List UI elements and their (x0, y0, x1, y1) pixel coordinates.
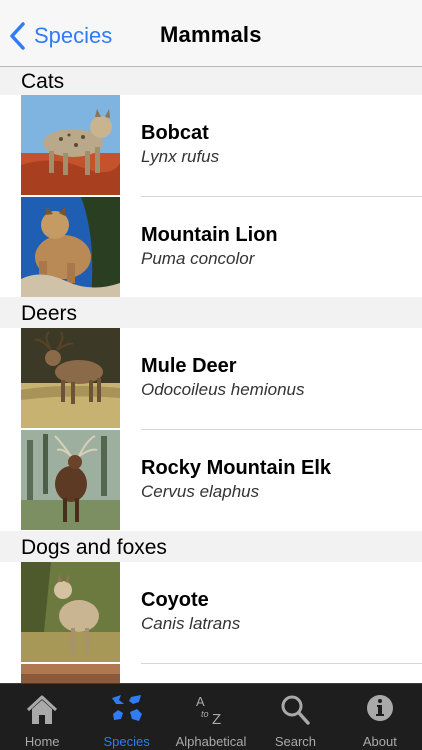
page-title: Mammals (160, 22, 262, 47)
back-button[interactable]: Species (8, 18, 112, 54)
scientific-name: Lynx rufus (141, 147, 220, 166)
species-name: Mountain Lion (141, 224, 278, 246)
mule-deer-photo (21, 328, 120, 428)
scientific-name: Odocoileus hemionus (141, 380, 305, 399)
tab-label: Alphabetical (175, 734, 247, 749)
tab-label: Species (103, 734, 150, 749)
partial-photo (21, 664, 120, 683)
navigation-bar: Species Mammals (0, 0, 422, 67)
species-name: Coyote (141, 589, 209, 611)
svg-text:A: A (196, 694, 205, 709)
species-name: Mule Deer (141, 355, 237, 377)
section-header-deers: Deers (0, 297, 422, 328)
svg-text:Z: Z (212, 711, 221, 728)
search-icon (281, 695, 311, 725)
list-item-partial[interactable] (0, 664, 422, 683)
tab-label: About (362, 734, 397, 749)
home-icon (27, 695, 58, 724)
back-button-label: Species (34, 23, 113, 48)
chevron-left-icon (10, 22, 25, 50)
scientific-name: Canis latrans (141, 614, 241, 633)
species-list[interactable]: Cats Bobcat Lynx rufus Mountain Lion Pum… (0, 67, 422, 683)
tab-about[interactable]: About (338, 684, 422, 750)
svg-text:to: to (201, 709, 209, 719)
a-to-z-icon: A to Z (196, 694, 221, 728)
list-item-text: Coyote Canis latrans (141, 588, 240, 634)
list-item-mountain-lion[interactable]: Mountain Lion Puma concolor (0, 197, 422, 297)
info-icon (366, 695, 393, 721)
list-item-text: Rocky Mountain Elk Cervus elaphus (141, 456, 331, 502)
scientific-name: Cervus elaphus (141, 482, 260, 501)
list-item-text: Mountain Lion Puma concolor (141, 223, 278, 269)
tab-alphabetical[interactable]: A to Z Alphabetical (169, 684, 253, 750)
section-header-dogs-and-foxes: Dogs and foxes (0, 531, 422, 562)
list-item-bobcat[interactable]: Bobcat Lynx rufus (0, 95, 422, 197)
tab-bar: Home Species A to Z Alphabetical Search (0, 683, 422, 750)
species-name: Rocky Mountain Elk (141, 457, 332, 479)
tab-species[interactable]: Species (84, 684, 168, 750)
tab-home[interactable]: Home (0, 684, 84, 750)
mountain-lion-photo (21, 197, 120, 297)
tab-label: Home (24, 734, 60, 749)
scientific-name: Puma concolor (141, 249, 255, 268)
bobcat-photo (21, 95, 120, 195)
tab-label: Search (274, 734, 317, 749)
rocky-mountain-elk-photo (21, 430, 120, 530)
list-item-text: Bobcat Lynx rufus (141, 121, 219, 167)
list-item-coyote[interactable]: Coyote Canis latrans (0, 562, 422, 664)
section-header-cats: Cats (0, 67, 422, 95)
list-item-mule-deer[interactable]: Mule Deer Odocoileus hemionus (0, 328, 422, 430)
paw-prints-icon (111, 695, 142, 721)
list-item-rocky-mountain-elk[interactable]: Rocky Mountain Elk Cervus elaphus (0, 430, 422, 531)
list-item-text: Mule Deer Odocoileus hemionus (141, 354, 304, 400)
tab-search[interactable]: Search (253, 684, 337, 750)
species-name: Bobcat (141, 122, 209, 144)
coyote-photo (21, 562, 120, 662)
